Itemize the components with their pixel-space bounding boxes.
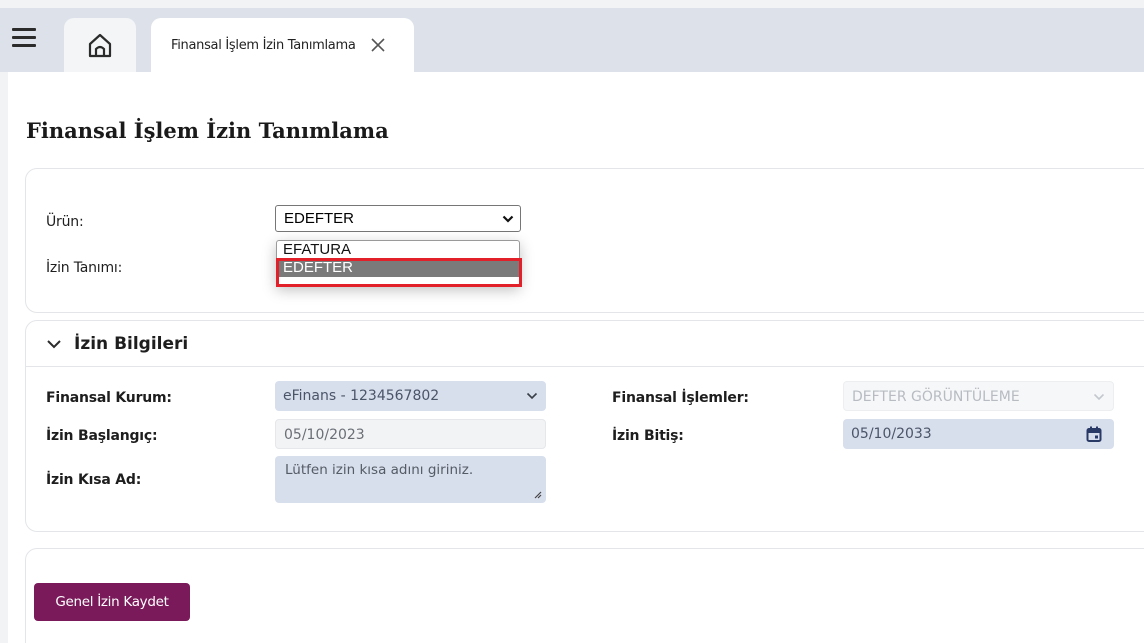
menu-icon[interactable] xyxy=(12,28,36,48)
short-name-placeholder: Lütfen izin kısa adını giriniz. xyxy=(285,462,474,478)
end-date-field[interactable]: 05/10/2033 xyxy=(843,419,1114,449)
option-edefter[interactable]: EDEFTER xyxy=(277,259,519,277)
resize-handle-icon[interactable] xyxy=(534,491,542,499)
product-dropdown-list: EFATURA EDEFTER xyxy=(276,240,520,286)
product-label: Ürün: xyxy=(46,214,84,230)
tab-financial-permission[interactable]: Finansal İşlem İzin Tanımlama xyxy=(151,18,414,72)
product-card xyxy=(25,168,1144,313)
actions-card xyxy=(25,548,1144,643)
short-name-textarea[interactable]: Lütfen izin kısa adını giriniz. xyxy=(275,456,546,503)
home-tab[interactable] xyxy=(64,18,136,72)
product-select[interactable]: EDEFTER xyxy=(275,205,521,232)
chevron-down-icon xyxy=(47,339,61,348)
financial-operations-select: DEFTER GÖRÜNTÜLEME xyxy=(843,381,1114,411)
financial-operations-label: Finansal İşlemler: xyxy=(612,390,749,406)
start-date-value: 05/10/2023 xyxy=(284,427,365,443)
section-header-permission-info[interactable]: İzin Bilgileri xyxy=(26,321,1144,367)
section-title: İzin Bilgileri xyxy=(74,333,189,354)
product-selected-value: EDEFTER xyxy=(284,210,355,227)
financial-institution-select[interactable]: eFinans - 1234567802 xyxy=(275,381,546,411)
chevron-down-icon xyxy=(502,215,514,223)
home-icon xyxy=(88,33,112,58)
top-bar: Finansal İşlem İzin Tanımlama xyxy=(0,8,1144,72)
start-date-field: 05/10/2023 xyxy=(275,419,546,449)
end-date-value: 05/10/2033 xyxy=(851,426,932,442)
chevron-down-icon xyxy=(1093,393,1105,401)
tab-label: Finansal İşlem İzin Tanımlama xyxy=(171,37,356,53)
financial-institution-label: Finansal Kurum: xyxy=(46,390,172,406)
close-icon[interactable] xyxy=(370,37,386,53)
start-date-label: İzin Başlangıç: xyxy=(46,428,158,444)
permission-definition-label: İzin Tanımı: xyxy=(46,260,123,276)
short-name-label: İzin Kısa Ad: xyxy=(46,472,142,488)
chevron-down-icon xyxy=(526,392,538,400)
calendar-icon[interactable] xyxy=(1086,426,1102,442)
option-efatura[interactable]: EFATURA xyxy=(277,241,519,259)
page-title: Finansal İşlem İzin Tanımlama xyxy=(26,118,389,143)
financial-institution-value: eFinans - 1234567802 xyxy=(283,388,440,404)
financial-operations-value: DEFTER GÖRÜNTÜLEME xyxy=(852,389,1020,405)
save-general-permission-button[interactable]: Genel İzin Kaydet xyxy=(34,583,190,621)
end-date-label: İzin Bitiş: xyxy=(612,428,684,444)
